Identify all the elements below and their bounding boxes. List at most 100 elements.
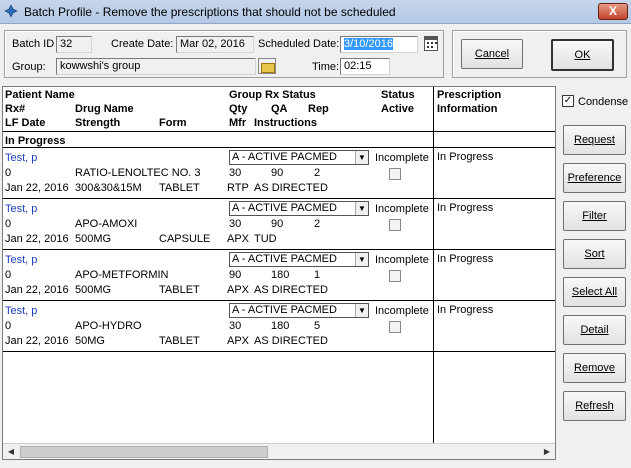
col-qty: Qty: [229, 103, 248, 115]
active-checkbox[interactable]: [389, 321, 401, 333]
prescription-info: In Progress: [437, 151, 494, 163]
filter-button[interactable]: Filter: [563, 201, 626, 231]
strength: 50MG: [75, 335, 105, 347]
patient-name[interactable]: Test, p: [5, 152, 37, 164]
rx-number: 0: [5, 320, 12, 332]
group-status-select[interactable]: A - ACTIVE PACMED ▼: [229, 303, 369, 318]
lf-date: Jan 22, 2016: [5, 335, 69, 347]
table-row[interactable]: Test, p A - ACTIVE PACMED ▼ Incomplete In…: [3, 300, 555, 351]
dropdown-arrow-icon: ▼: [355, 253, 368, 266]
detail-button[interactable]: Detail: [563, 315, 626, 345]
batch-id-label: Batch ID: [12, 38, 55, 50]
scheduled-date-input[interactable]: 3/10/2016: [340, 36, 418, 53]
active-checkbox[interactable]: [389, 270, 401, 282]
strength: 300&30&15M: [75, 182, 142, 194]
calendar-icon[interactable]: [424, 36, 438, 51]
col-status: Status: [381, 89, 415, 101]
scroll-left-icon[interactable]: ◀: [3, 445, 19, 459]
create-date-label: Create Date:: [111, 38, 174, 50]
active-checkbox[interactable]: [389, 168, 401, 180]
col-qa: QA: [271, 103, 288, 115]
drug-name: APO-HYDRO: [75, 320, 142, 332]
condense-label: Condense: [578, 96, 629, 108]
active-checkbox[interactable]: [389, 219, 401, 231]
window-title: Batch Profile - Remove the prescriptions…: [24, 5, 396, 19]
scroll-right-icon[interactable]: ▶: [539, 445, 555, 459]
col-drug-name: Drug Name: [75, 103, 134, 115]
form: TABLET: [159, 335, 200, 347]
table-row[interactable]: Test, p A - ACTIVE PACMED ▼ Incomplete In…: [3, 147, 555, 198]
table-row[interactable]: Test, p A - ACTIVE PACMED ▼ Incomplete In…: [3, 249, 555, 300]
status-text: Incomplete: [375, 203, 429, 215]
dropdown-arrow-icon: ▼: [355, 151, 368, 164]
group-status-select[interactable]: A - ACTIVE PACMED ▼: [229, 150, 369, 165]
preference-button[interactable]: Preference: [563, 163, 626, 193]
mfr: RTP: [227, 182, 249, 194]
time-input[interactable]: 02:15: [340, 58, 390, 75]
close-button[interactable]: X: [598, 3, 628, 20]
qty: 30: [229, 218, 242, 230]
qa: 180: [271, 269, 290, 281]
sort-button[interactable]: Sort: [563, 239, 626, 269]
rep: 2: [314, 218, 321, 230]
app-icon: [4, 4, 18, 18]
prescription-grid[interactable]: Patient Name Rx# LF Date Drug Name Stren…: [2, 86, 556, 460]
prescription-info: In Progress: [437, 253, 494, 265]
prescription-info: In Progress: [437, 202, 494, 214]
group-status-select[interactable]: A - ACTIVE PACMED ▼: [229, 201, 369, 216]
instructions: AS DIRECTED: [254, 182, 328, 194]
patient-name[interactable]: Test, p: [5, 305, 37, 317]
title-bar: Batch Profile - Remove the prescriptions…: [0, 0, 631, 24]
table-row[interactable]: Test, p A - ACTIVE PACMED ▼ Incomplete In…: [3, 198, 555, 249]
mfr: APX: [227, 233, 250, 245]
strength: 500MG: [75, 233, 112, 245]
time-label: Time:: [312, 61, 340, 73]
drug-name: APO-AMOXI: [75, 218, 138, 230]
col-active: Active: [381, 103, 415, 115]
group-label: Group:: [12, 61, 46, 73]
dropdown-arrow-icon: ▼: [355, 202, 368, 215]
form: TABLET: [159, 182, 200, 194]
col-rep: Rep: [308, 103, 329, 115]
folder-icon[interactable]: [258, 58, 276, 74]
ok-button[interactable]: OK: [551, 39, 614, 71]
qty: 90: [229, 269, 242, 281]
select-all-button[interactable]: Select All: [563, 277, 626, 307]
instructions: AS DIRECTED: [254, 284, 328, 296]
mfr: APX: [227, 335, 250, 347]
refresh-button[interactable]: Refresh: [563, 391, 626, 421]
col-lf-date: LF Date: [5, 117, 46, 129]
col-information: Information: [437, 103, 498, 115]
col-group-rx-status: Group Rx Status: [229, 89, 316, 101]
patient-name[interactable]: Test, p: [5, 254, 37, 266]
batch-id-field: 32: [56, 36, 92, 53]
rx-number: 0: [5, 167, 12, 179]
qty: 30: [229, 167, 242, 179]
horizontal-scrollbar[interactable]: ◀ ▶: [3, 443, 555, 459]
strength: 500MG: [75, 284, 112, 296]
rep: 2: [314, 167, 321, 179]
group-field: kowwshi's group: [56, 58, 256, 75]
qa: 90: [271, 167, 284, 179]
remove-button[interactable]: Remove: [563, 353, 626, 383]
status-text: Incomplete: [375, 254, 429, 266]
cancel-button[interactable]: Cancel: [461, 39, 523, 69]
create-date-field: Mar 02, 2016: [176, 36, 254, 53]
rep: 5: [314, 320, 321, 332]
condense-checkbox[interactable]: ✓: [562, 95, 574, 107]
col-strength: Strength: [75, 117, 121, 129]
qa: 90: [271, 218, 284, 230]
grid-header: Patient Name Rx# LF Date Drug Name Stren…: [3, 87, 555, 132]
instructions: AS DIRECTED: [254, 335, 328, 347]
col-mfr: Mfr: [229, 117, 247, 129]
drug-name: APO-METFORMIN: [75, 269, 169, 281]
patient-name[interactable]: Test, p: [5, 203, 37, 215]
col-form: Form: [159, 117, 187, 129]
request-button[interactable]: Request: [563, 125, 626, 155]
lf-date: Jan 22, 2016: [5, 233, 69, 245]
scrollbar-thumb[interactable]: [20, 446, 268, 458]
status-text: Incomplete: [375, 152, 429, 164]
group-status-select[interactable]: A - ACTIVE PACMED ▼: [229, 252, 369, 267]
mfr: APX: [227, 284, 250, 296]
dropdown-arrow-icon: ▼: [355, 304, 368, 317]
